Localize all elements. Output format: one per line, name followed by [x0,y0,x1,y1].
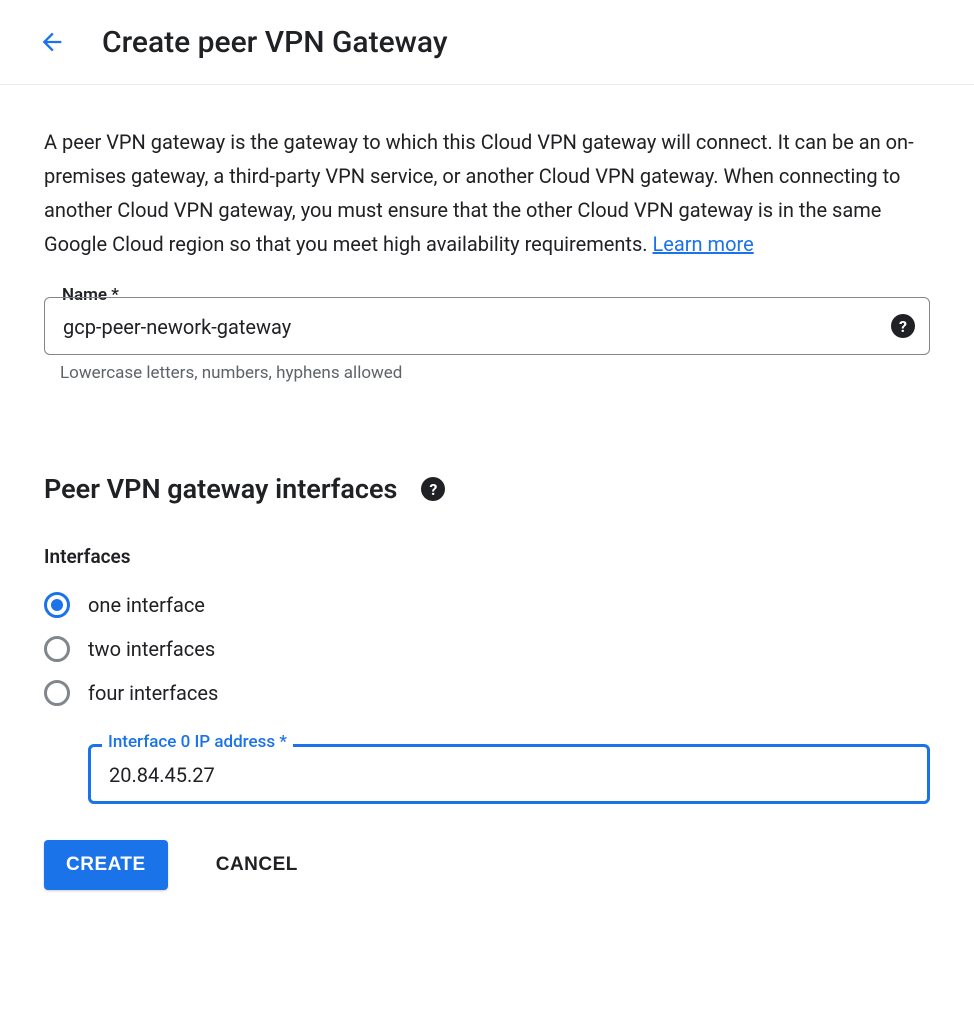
radio-label: four interfaces [88,681,218,705]
radio-button-icon [44,592,70,618]
interface0-ip-wrap [88,744,930,804]
arrow-left-icon [38,28,66,56]
main-content: A peer VPN gateway is the gateway to whi… [0,85,974,920]
interface0-ip-label: Interface 0 IP address * [102,732,293,752]
description-text: A peer VPN gateway is the gateway to whi… [44,125,930,261]
radio-button-icon [44,680,70,706]
help-icon[interactable]: ? [421,477,445,501]
name-field-group: Name * ? [44,297,930,355]
learn-more-link[interactable]: Learn more [653,232,754,256]
interfaces-heading-row: Peer VPN gateway interfaces ? [44,473,930,505]
cancel-button[interactable]: CANCEL [208,840,306,890]
radio-label: two interfaces [88,637,215,661]
interface0-ip-input[interactable] [107,762,911,788]
interface0-ip-field-group: Interface 0 IP address * [88,744,930,804]
name-input[interactable] [61,314,877,340]
radio-button-icon [44,636,70,662]
radio-two-interfaces[interactable]: two interfaces [44,636,930,662]
name-helper-text: Lowercase letters, numbers, hyphens allo… [60,363,930,383]
button-row: CREATE CANCEL [44,840,930,890]
back-button[interactable] [30,20,74,64]
create-button[interactable]: CREATE [44,840,168,890]
interfaces-heading: Peer VPN gateway interfaces [44,473,397,505]
name-field-wrap: ? [44,297,930,355]
interfaces-group-label: Interfaces [44,545,930,568]
radio-four-interfaces[interactable]: four interfaces [44,680,930,706]
page-title: Create peer VPN Gateway [102,25,448,60]
radio-label: one interface [88,593,205,617]
page-header: Create peer VPN Gateway [0,0,974,85]
description-body: A peer VPN gateway is the gateway to whi… [44,130,914,256]
help-icon[interactable]: ? [891,314,915,338]
radio-one-interface[interactable]: one interface [44,592,930,618]
